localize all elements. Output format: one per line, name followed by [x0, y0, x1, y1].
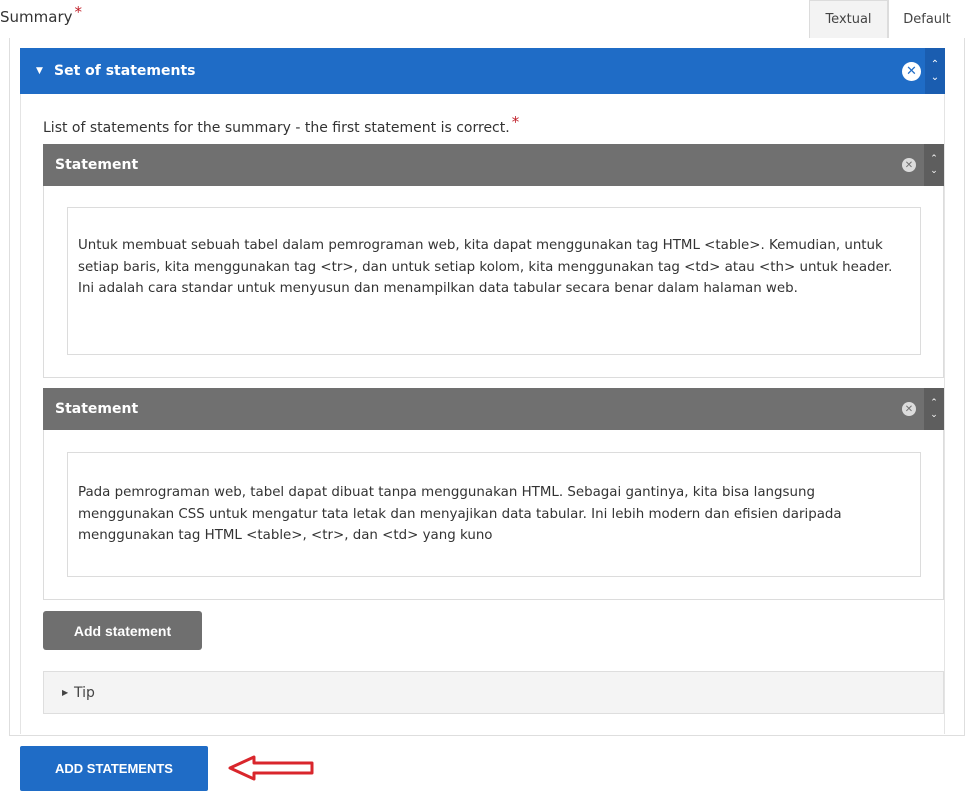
summary-field-label: Summary *	[0, 3, 82, 26]
remove-statement-icon[interactable]: ✕	[902, 402, 916, 416]
remove-statement-icon[interactable]: ✕	[902, 158, 916, 172]
statement-body: Pada pemrograman web, tabel dapat dibuat…	[43, 430, 944, 600]
tab-textual[interactable]: Textual	[809, 0, 888, 38]
summary-label-text: Summary	[0, 8, 73, 26]
tip-label: Tip	[74, 684, 95, 701]
collapse-caret-icon[interactable]: ▼	[36, 66, 46, 76]
move-down-icon[interactable]: ⌄	[931, 71, 939, 84]
required-marker: *	[74, 3, 83, 21]
required-marker: *	[511, 113, 520, 131]
statement-title: Statement	[55, 401, 139, 417]
statement-order-control[interactable]: ⌃ ⌄	[924, 144, 944, 186]
statements-list-label: List of statements for the summary - the…	[43, 113, 519, 136]
set-of-statements-header[interactable]: ▼ Set of statements ✕ ⌃ ⌄	[20, 48, 945, 94]
view-mode-tabs: Textual Default	[809, 0, 965, 38]
move-up-icon[interactable]: ⌃	[931, 58, 939, 71]
move-down-icon[interactable]: ⌄	[930, 165, 938, 177]
statement-order-control[interactable]: ⌃ ⌄	[924, 388, 944, 430]
tab-default[interactable]: Default	[888, 0, 965, 38]
statement-header[interactable]: Statement ✕ ⌃ ⌄	[43, 144, 944, 186]
add-statements-button[interactable]: ADD STATEMENTS	[20, 746, 208, 791]
remove-set-icon[interactable]: ✕	[902, 62, 921, 81]
expand-caret-icon: ▶	[62, 688, 69, 697]
statement-header[interactable]: Statement ✕ ⌃ ⌄	[43, 388, 944, 430]
statement-text-input[interactable]: Pada pemrograman web, tabel dapat dibuat…	[67, 452, 921, 577]
move-up-icon[interactable]: ⌃	[930, 153, 938, 165]
list-label-text: List of statements for the summary - the…	[43, 120, 510, 136]
add-statement-button[interactable]: Add statement	[43, 611, 202, 650]
left-arrow-annotation-icon	[228, 755, 314, 781]
statement-text-input[interactable]: Untuk membuat sebuah tabel dalam pemrogr…	[67, 207, 921, 355]
set-title: Set of statements	[54, 63, 196, 79]
statement-body: Untuk membuat sebuah tabel dalam pemrogr…	[43, 186, 944, 378]
move-down-icon[interactable]: ⌄	[930, 409, 938, 421]
set-order-control[interactable]: ⌃ ⌄	[925, 48, 945, 94]
statement-title: Statement	[55, 157, 139, 173]
move-up-icon[interactable]: ⌃	[930, 397, 938, 409]
tip-collapsible[interactable]: ▶ Tip	[43, 671, 944, 714]
